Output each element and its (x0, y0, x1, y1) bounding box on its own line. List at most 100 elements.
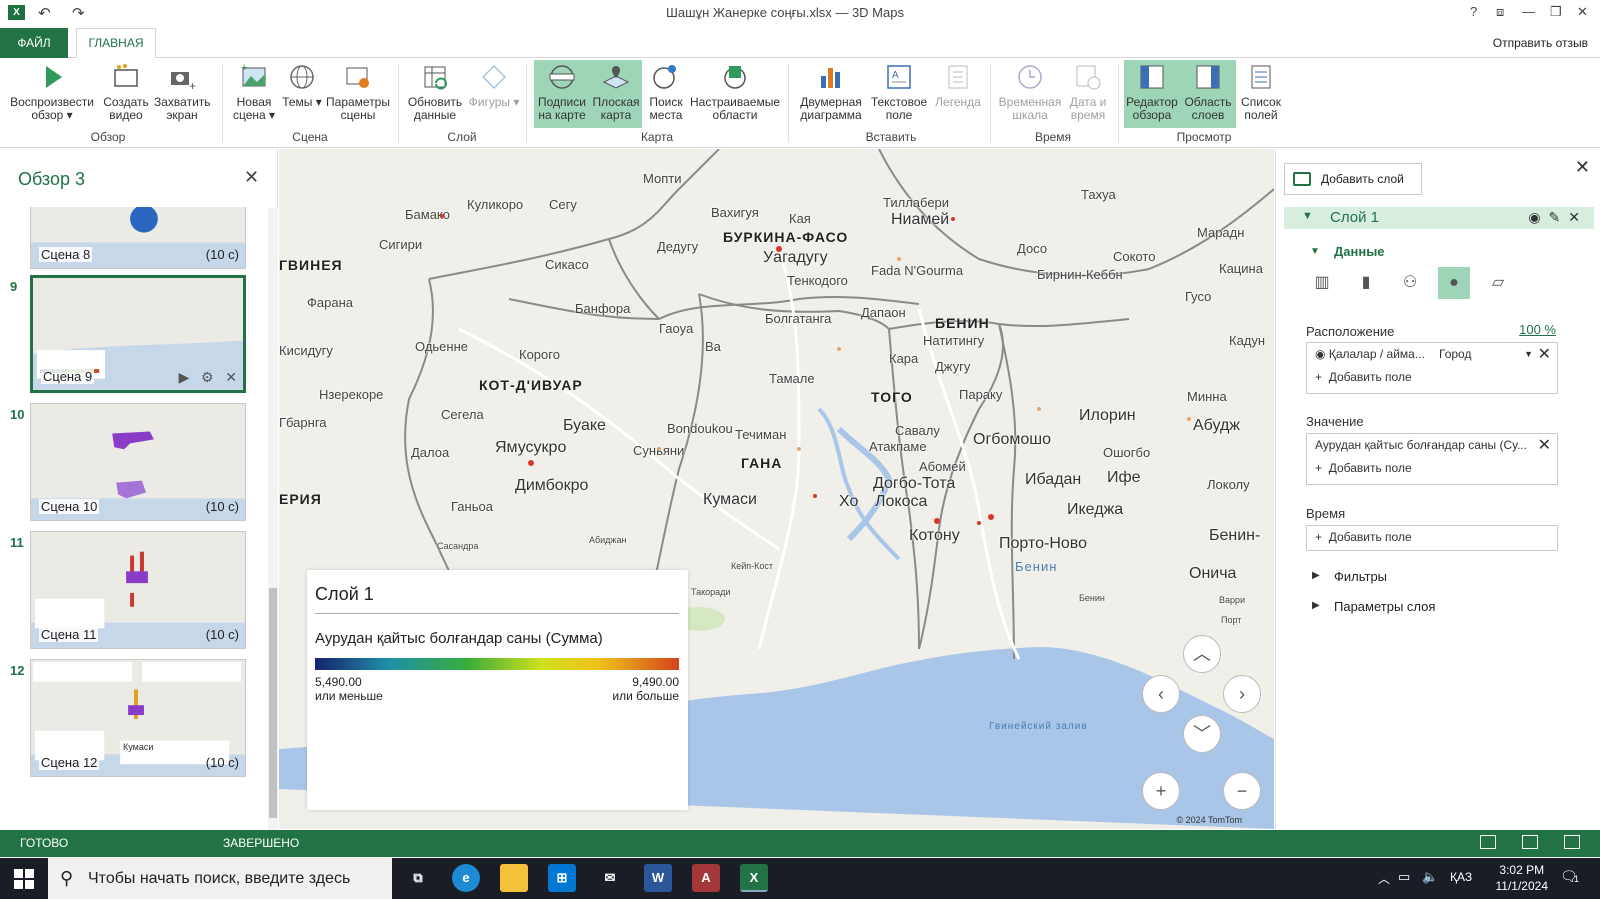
word-icon[interactable]: W (644, 864, 672, 892)
store-icon[interactable]: ⊞ (548, 864, 576, 892)
zoom-in-button[interactable]: + (1142, 772, 1180, 810)
mail-icon[interactable]: ✉ (596, 864, 624, 892)
collapse-icon[interactable]: ▼ (1302, 210, 1313, 222)
filters-section[interactable]: Фильтры (1334, 569, 1387, 584)
location-field[interactable]: ◉ Қалалар / айма... Город ▼ ✕ (1307, 343, 1557, 366)
delete-icon[interactable]: ✕ (225, 369, 237, 385)
play-icon[interactable]: ▶ (179, 369, 190, 385)
play-tour-button[interactable]: Воспроизвести обзор ▾ (8, 60, 96, 128)
close-icon[interactable]: ✕ (1575, 157, 1590, 178)
new-scene-button[interactable]: + Новая сцена ▾ (228, 60, 280, 128)
tour-scrollbar[interactable] (268, 208, 278, 830)
map-labels-button[interactable]: Подписи на карте (534, 60, 590, 128)
value-field[interactable]: Аурудан қайтыс болғандар саны (Су... ✕ (1307, 434, 1557, 457)
location-type-select[interactable]: Город (1439, 343, 1471, 366)
status-view-icon[interactable] (1522, 835, 1538, 849)
legend-button[interactable]: Легенда (932, 60, 984, 128)
tour-editor-button[interactable]: Редактор обзора (1124, 60, 1180, 128)
status-view-icon[interactable] (1480, 835, 1496, 849)
rotate-left-button[interactable]: ‹ (1142, 675, 1180, 713)
tilt-down-button[interactable]: ﹀ (1183, 715, 1221, 753)
pencil-icon[interactable]: ✎ (1549, 209, 1569, 225)
scene-thumbnail[interactable]: Сцена 10 (10 с) (30, 403, 246, 521)
task-view-icon[interactable]: ⧉ (404, 864, 432, 892)
chevron-down-icon[interactable]: ▼ (1524, 343, 1533, 366)
tilt-up-button[interactable]: ︿ (1183, 635, 1221, 673)
radio-icon[interactable]: ◉ (1315, 347, 1325, 361)
legend-min-value: 5,490.00 (315, 675, 362, 689)
windows-start-icon[interactable] (14, 869, 34, 889)
edge-icon[interactable]: e (452, 864, 480, 892)
add-field-row[interactable]: + Добавить поле (1307, 526, 1557, 549)
scene-thumbnail[interactable]: Кумаси Сцена 12 (10 с) (30, 659, 246, 777)
text-box-label: Текстовое поле (870, 95, 928, 122)
group-label-time: Время (1034, 130, 1072, 144)
zoom-out-button[interactable]: − (1223, 772, 1261, 810)
scrollbar-thumb[interactable] (269, 588, 277, 818)
region-icon[interactable]: ▱ (1482, 267, 1514, 299)
shapes-button[interactable]: Фигуры ▾ (468, 60, 520, 128)
remove-field-icon[interactable]: ✕ (1538, 343, 1551, 366)
chart-2d-label: Двумерная диаграмма (800, 95, 862, 122)
stacked-column-icon[interactable]: ▥ (1306, 267, 1338, 299)
tab-file[interactable]: ФАЙЛ (0, 28, 68, 58)
capture-screen-button[interactable]: + Захватить экран (154, 60, 211, 128)
gear-icon[interactable]: ⚙ (201, 369, 214, 385)
map-legend[interactable]: Слой 1 Аурудан қайтыс болғандар саны (Су… (307, 570, 688, 810)
delete-icon[interactable]: ✕ (1568, 209, 1588, 225)
bubble-icon[interactable]: ⚇ (1394, 267, 1426, 299)
fullscreen-icon[interactable] (1564, 835, 1580, 849)
scene-thumbnail-selected[interactable]: Сцена 9 ▶ ⚙ ✕ (30, 275, 246, 393)
file-explorer-icon[interactable] (500, 864, 528, 892)
chart-2d-button[interactable]: Двумерная диаграмма (796, 60, 866, 128)
excel-icon[interactable]: X (740, 864, 768, 892)
help-icon[interactable]: ? (1470, 4, 1477, 19)
layer-header[interactable]: ▼ Слой 1 ◉✎✕ (1284, 207, 1594, 229)
close-button[interactable]: ✕ (1577, 4, 1588, 20)
expand-icon[interactable]: ▶ (1312, 600, 1320, 611)
add-field-row[interactable]: + Добавить поле (1307, 366, 1557, 389)
remove-field-icon[interactable]: ✕ (1538, 434, 1551, 457)
scene-options-button[interactable]: Параметры сцены (324, 60, 392, 128)
flat-map-button[interactable]: Плоская карта (590, 60, 642, 128)
group-separator (222, 64, 223, 142)
tab-home[interactable]: ГЛАВНАЯ (76, 28, 156, 59)
timeline-button[interactable]: Временная шкала (996, 60, 1064, 128)
collapse-icon[interactable]: ▼ (1310, 246, 1320, 257)
chevron-up-icon[interactable]: ︿ (1378, 870, 1390, 887)
text-box-button[interactable]: A Текстовое поле (868, 60, 930, 128)
layer-pane-button[interactable]: Область слоев (1180, 60, 1236, 128)
add-layer-button[interactable]: Добавить слой (1284, 163, 1422, 195)
close-icon[interactable]: ✕ (244, 167, 259, 188)
scene-thumbnail[interactable]: Сцена 8 (10 с) (30, 207, 246, 269)
taskbar-search[interactable]: ⚲ Чтобы начать поиск, введите здесь запр… (48, 858, 392, 899)
add-layer-icon (1293, 172, 1311, 186)
date-time-button[interactable]: Дата и время (1066, 60, 1110, 128)
rotate-right-button[interactable]: › (1223, 675, 1261, 713)
map-copyright: © 2024 TomTom (1176, 815, 1243, 825)
refresh-data-button[interactable]: Обновить данные (404, 60, 466, 128)
field-list-button[interactable]: Список полей (1238, 60, 1284, 128)
eye-icon[interactable]: ◉ (1528, 209, 1548, 225)
custom-regions-button[interactable]: Настраиваемые области (690, 60, 780, 128)
heat-map-icon[interactable]: ● (1438, 267, 1470, 299)
clock[interactable]: 3:02 PM 11/1/2024 (1496, 862, 1549, 894)
access-icon[interactable]: A (692, 864, 720, 892)
data-section-title[interactable]: Данные (1334, 244, 1385, 259)
clustered-column-icon[interactable]: ▮ (1350, 267, 1382, 299)
minimize-button[interactable]: — (1522, 4, 1535, 19)
restore-ribbon-icon[interactable]: ⧈ (1496, 4, 1504, 20)
layer-options-section[interactable]: Параметры слоя (1334, 599, 1435, 614)
network-icon[interactable]: ▭ (1398, 869, 1410, 885)
create-video-button[interactable]: Создать видео (100, 60, 152, 128)
location-percent[interactable]: 100 % (1519, 322, 1556, 337)
find-location-button[interactable]: Поиск места (644, 60, 688, 128)
language-indicator[interactable]: ҚАЗ (1450, 870, 1472, 884)
scene-thumbnail[interactable]: Сцена 11 (10 с) (30, 531, 246, 649)
feedback-link[interactable]: Отправить отзыв (1493, 36, 1588, 50)
expand-icon[interactable]: ▶ (1312, 570, 1320, 581)
maximize-button[interactable]: ❐ (1550, 4, 1562, 20)
add-field-row[interactable]: + Добавить поле (1307, 457, 1557, 480)
themes-button[interactable]: Темы ▾ (282, 60, 322, 128)
volume-icon[interactable]: 🔈 (1422, 869, 1438, 885)
